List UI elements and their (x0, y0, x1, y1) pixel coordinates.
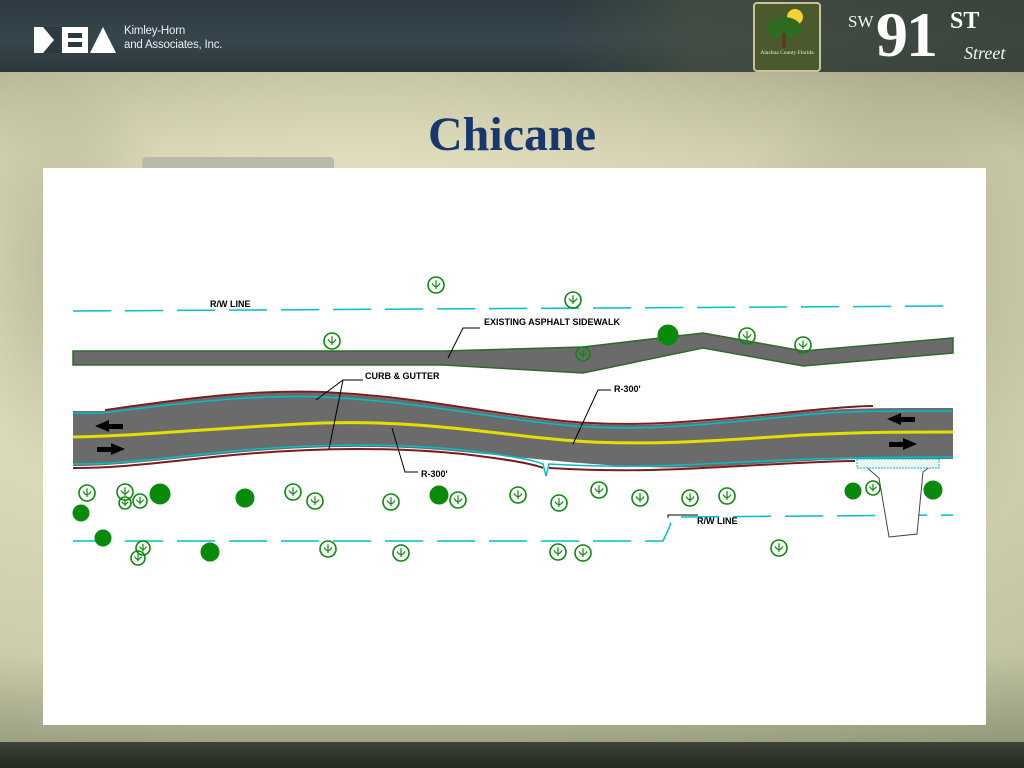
tree-symbol-icon (549, 543, 567, 561)
tree-symbol-icon (590, 481, 608, 499)
tree-symbol-icon (94, 529, 112, 547)
tree-symbol-icon (392, 544, 410, 562)
tree-symbol-icon (681, 489, 699, 507)
chicane-diagram-panel: R/W LINE EXISTING ASPHALT SIDEWALK CURB … (43, 168, 986, 725)
tree-symbol-icon (200, 542, 220, 562)
tree-symbol-icon (429, 485, 449, 505)
tree-symbol-icon (323, 332, 341, 350)
tree-symbol-icon (149, 483, 171, 505)
existing-sidewalk (72, 332, 954, 374)
tree-symbol-icon (78, 484, 96, 502)
brand-street: Street (964, 43, 1006, 63)
company-name: Kimley-Horn and Associates, Inc. (124, 24, 222, 52)
brand-number: 91 (876, 0, 938, 70)
seal-oak-tree-icon (767, 9, 803, 48)
tree-symbol-icon (574, 544, 592, 562)
company-name-line1: Kimley-Horn (124, 25, 186, 37)
tree-symbol-icon (631, 489, 649, 507)
tree-symbol-icon (923, 480, 943, 500)
tree-symbol-icon (509, 486, 527, 504)
header-banner: Kimley-Horn and Associates, Inc. Alachua… (0, 0, 1024, 72)
footer-band (0, 742, 1024, 768)
tree-symbol-icon (718, 487, 736, 505)
tree-symbol-icon (770, 539, 788, 557)
brand-sw: SW (848, 12, 874, 31)
tree-symbol-icon (564, 291, 582, 309)
tree-symbol-icon (72, 504, 90, 522)
sidewalk-label: EXISTING ASPHALT SIDEWALK (484, 317, 621, 327)
tree-symbol-icon (550, 494, 568, 512)
tree-symbol-icon (319, 540, 337, 558)
seal-caption: Alachua County Florida (760, 50, 814, 56)
tree-symbol-icon (235, 488, 255, 508)
tree-symbol-icon (865, 480, 881, 496)
county-seal: Alachua County Florida (753, 2, 821, 72)
tree-symbol-icon (427, 276, 445, 294)
radius-top-label: R-300' (614, 384, 641, 394)
tree-symbol-icon (382, 493, 400, 511)
rw-line-bottom-label: R/W LINE (697, 516, 738, 526)
chicane-plan-drawing: R/W LINE EXISTING ASPHALT SIDEWALK CURB … (72, 276, 954, 566)
tree-symbol-icon (844, 482, 862, 500)
rw-line-top-label: R/W LINE (210, 299, 251, 309)
rw-line-bottom (73, 514, 954, 542)
tree-symbol-icon (132, 493, 148, 509)
brand-suffix: ST (950, 8, 980, 34)
driveway (856, 458, 941, 538)
radius-bottom-label: R-300' (421, 469, 448, 479)
company-name-line2: and Associates, Inc. (124, 39, 223, 51)
tree-symbol-icon (449, 491, 467, 509)
slide-title: Chicane (428, 108, 596, 161)
kimley-horn-logo (34, 27, 116, 53)
rw-line-top (72, 305, 954, 312)
tree-symbol-icon (306, 492, 324, 510)
tree-symbol-icon (118, 496, 132, 510)
curb-gutter-label: CURB & GUTTER (365, 371, 440, 381)
tree-symbol-icon (657, 324, 679, 346)
tree-symbol-icon (284, 483, 302, 501)
